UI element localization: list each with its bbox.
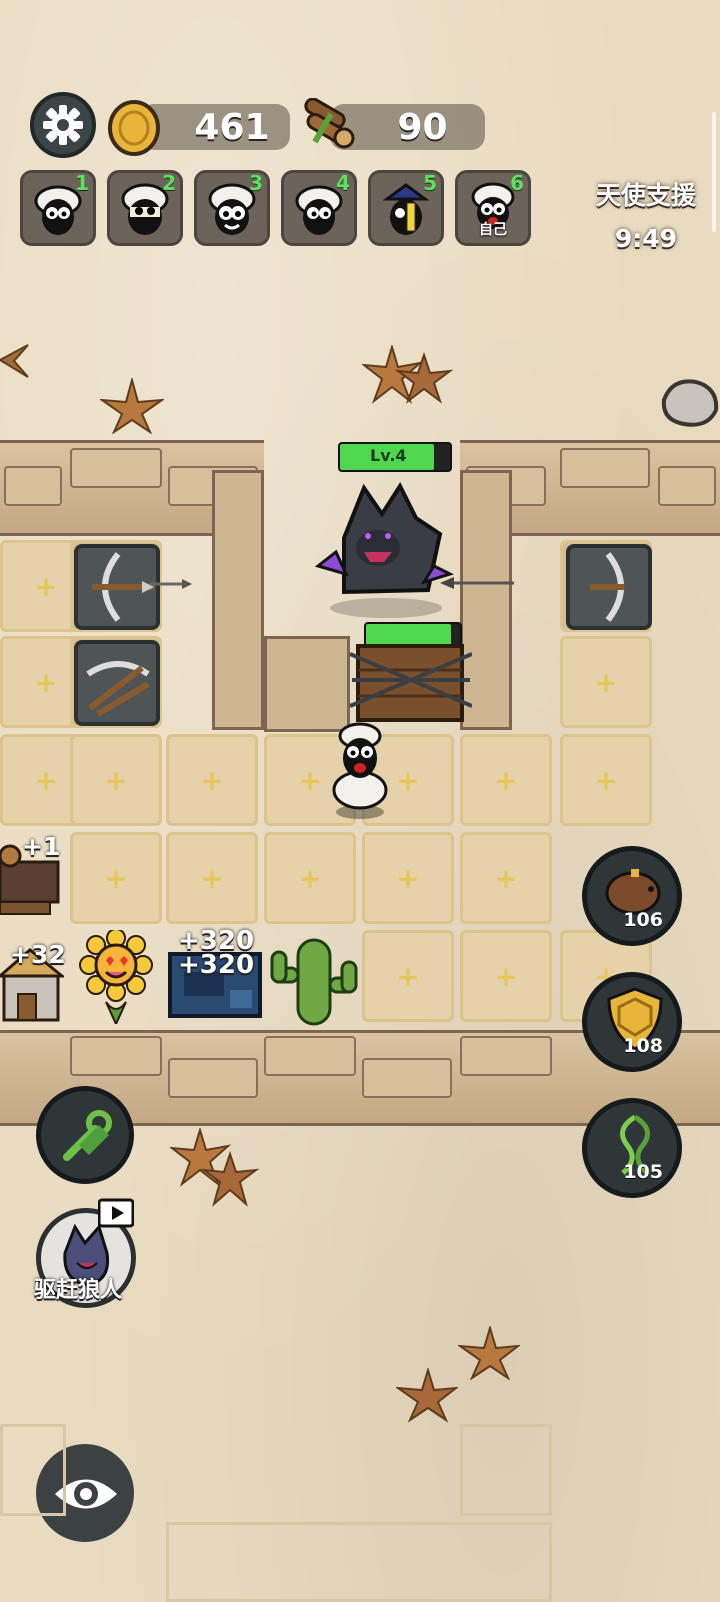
dry-leaf-icon: [458, 1326, 520, 1380]
machine-gain-text: +320: [178, 950, 255, 980]
settings-button[interactable]: [30, 92, 96, 158]
empty-tile[interactable]: +: [560, 734, 652, 826]
barbed-wire-gate[interactable]: [350, 640, 472, 724]
werewolf-level: Lv.4: [370, 446, 407, 465]
wall-brick: [658, 466, 716, 506]
gear-icon: [43, 105, 83, 145]
angel-support-timer: 9:49: [614, 224, 678, 253]
house-gain-text: +32: [10, 940, 66, 969]
empty-tile[interactable]: +: [362, 930, 454, 1022]
player-card[interactable]: 3: [194, 170, 270, 246]
build-tools-button[interactable]: [36, 1086, 134, 1184]
empty-tile[interactable]: +: [166, 734, 258, 826]
dry-leaf-icon: [396, 1368, 458, 1422]
wall-brick: [168, 1058, 258, 1098]
player-card-self[interactable]: 6 自己: [455, 170, 531, 246]
piggy-bank-button[interactable]: 106: [582, 846, 682, 946]
stone-wall: [264, 636, 350, 732]
wall-brick: [560, 448, 650, 488]
player-rank: 3: [249, 171, 263, 195]
faint-tile: [0, 1424, 66, 1516]
empty-tile[interactable]: +: [264, 832, 356, 924]
player-card[interactable]: 4: [281, 170, 357, 246]
wrench-hammer-icon: [63, 1110, 112, 1161]
wall-brick: [460, 1036, 552, 1076]
werewolf-health-bar: Lv.4: [338, 442, 452, 472]
empty-tile[interactable]: +: [166, 832, 258, 924]
wall-brick: [264, 1036, 356, 1076]
dry-leaf-icon: [100, 378, 164, 434]
faint-tile: [460, 1424, 552, 1516]
player-list: 1 2 3 4 5 6 自己: [20, 170, 531, 246]
crossbow-icon: [92, 552, 154, 622]
wood-gain-text: +1: [22, 832, 61, 861]
player-rank: 2: [162, 171, 176, 195]
thorn-vine-value: 105: [623, 1161, 663, 1183]
video-ad-icon: [98, 1198, 134, 1228]
piggy-bank-value: 106: [623, 909, 663, 931]
empty-tile[interactable]: +: [560, 636, 652, 728]
werewolf-enemy[interactable]: [304, 478, 460, 620]
player-sheep[interactable]: [322, 720, 398, 820]
empty-tile[interactable]: +: [460, 734, 552, 826]
wall-brick: [70, 448, 162, 488]
gold-coin-icon: [108, 100, 160, 156]
gold-counter: 461: [140, 104, 290, 150]
wall-brick: [70, 1036, 162, 1076]
cactus-plant[interactable]: [266, 932, 362, 1028]
sunflower-plant[interactable]: [76, 930, 156, 1024]
shield-value: 108: [623, 1035, 663, 1057]
player-card[interactable]: 1: [20, 170, 96, 246]
gold-amount: 461: [194, 106, 270, 148]
self-tag: 自己: [479, 222, 507, 238]
crossbow-icon: [86, 661, 150, 717]
dry-leaf-icon: [0, 344, 29, 378]
player-card[interactable]: 5: [368, 170, 444, 246]
empty-tile[interactable]: +: [460, 832, 552, 924]
empty-tile[interactable]: +: [460, 930, 552, 1022]
crossbow-turret[interactable]: [566, 544, 652, 630]
player-rank: 6: [510, 171, 524, 195]
crossbow-turret[interactable]: [74, 544, 160, 630]
crossbow-icon: [590, 552, 624, 622]
wood-amount: 90: [397, 106, 448, 148]
faint-tile-row: [166, 1522, 552, 1602]
wall-brick: [4, 466, 62, 506]
wall-brick: [362, 1058, 452, 1098]
drive-wolf-label: 驱赶狼人: [34, 1278, 123, 1303]
rock-icon: [661, 379, 719, 427]
empty-tile[interactable]: +: [362, 832, 454, 924]
wood-logs-icon: [304, 98, 355, 149]
top-bar: 461 90 1 2 3 4 5 6 自己 天使支援 9:49: [0, 0, 720, 260]
empty-tile[interactable]: +: [70, 734, 162, 826]
angel-support-title: 天使支援: [595, 181, 696, 210]
player-rank: 5: [423, 171, 437, 195]
stone-pillar: [212, 470, 264, 730]
dry-leaf-icon: [170, 1128, 260, 1207]
angel-support[interactable]: 天使支援 9:49: [596, 176, 696, 253]
player-rank: 4: [336, 171, 350, 195]
player-card[interactable]: 2: [107, 170, 183, 246]
scrollbar: [712, 112, 716, 232]
dry-leaf-icon: [362, 345, 454, 404]
thorn-vine-button[interactable]: 105: [582, 1098, 682, 1198]
crossbow-turret[interactable]: [74, 640, 160, 726]
shield-button[interactable]: 108: [582, 972, 682, 1072]
empty-tile[interactable]: +: [70, 832, 162, 924]
bolt-projectile-icon: [150, 579, 192, 589]
player-rank: 1: [75, 171, 89, 195]
